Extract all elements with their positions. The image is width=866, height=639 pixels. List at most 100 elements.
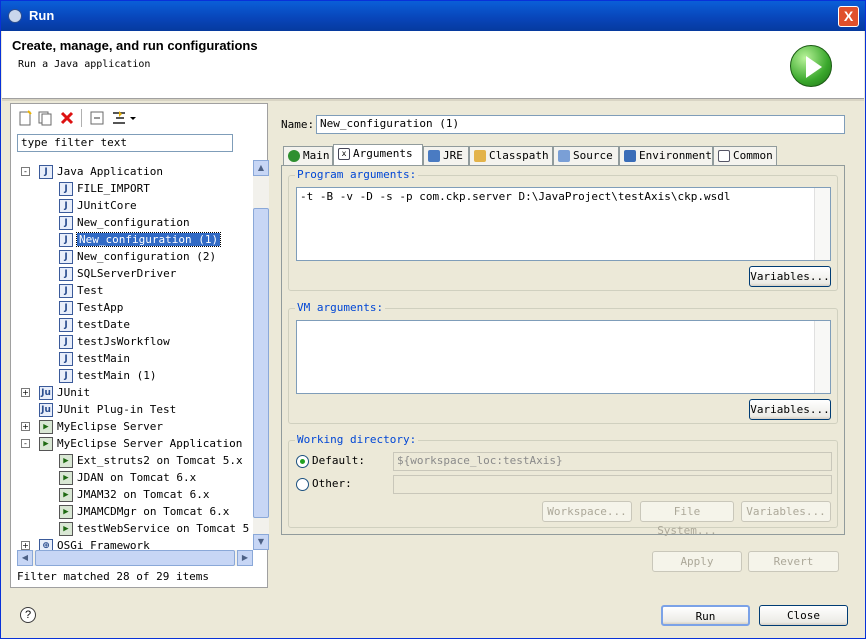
common-tab-icon (718, 150, 730, 162)
workspace-button[interactable]: Workspace... (542, 501, 632, 522)
toolbar-separator (81, 109, 82, 127)
expand-toggle[interactable]: + (21, 388, 30, 397)
help-icon[interactable]: ? (20, 607, 36, 623)
delete-configuration-icon[interactable] (59, 110, 75, 126)
program-arguments-scrollbar[interactable] (814, 188, 830, 260)
tree-item-content: JtestMain (1) (59, 367, 156, 384)
scroll-left-button[interactable]: ◀ (17, 550, 33, 566)
filter-input[interactable]: type filter text (17, 134, 233, 152)
tree-item-label: New_configuration (2) (77, 250, 217, 263)
program-arguments-text: -t -B -v -D -s -p com.ckp.server D:\Java… (300, 190, 731, 203)
run-button[interactable]: Run (661, 605, 750, 626)
tree-item-label: JUnitCore (77, 199, 137, 212)
tree-item-content: ⊕ OSGi Framework (39, 537, 150, 550)
run-banner-icon (790, 45, 832, 87)
default-label: Default: (312, 454, 365, 467)
default-radio[interactable] (296, 455, 309, 468)
tree-item-label: testDate (77, 318, 130, 331)
tree-item-label: testMain (1) (77, 369, 157, 382)
name-field[interactable]: New_configuration (1) (316, 115, 845, 134)
tree-item-content: ▶ Ext_struts2 on Tomcat 5.x (59, 452, 243, 469)
main-tab-icon (288, 150, 300, 162)
server-config-icon: ▶ (59, 522, 73, 536)
tree-item-content: J JUnitCore (59, 197, 137, 214)
tree-item-label: JDAN on Tomcat 6.x (77, 471, 197, 484)
tree-item-content: J TestApp (59, 299, 123, 316)
apply-button[interactable]: Apply (652, 551, 742, 572)
server-icon: ▶ (39, 420, 53, 434)
tree-item-label: Test (77, 284, 104, 297)
java-config-icon: J (59, 284, 73, 298)
tree-item-content: Ju JUnit (39, 384, 90, 401)
tree-item-content: JtestDate (59, 316, 130, 333)
tree-vertical-scrollbar[interactable]: ▲ ▼ (253, 160, 269, 550)
server-app-icon: ▶ (39, 437, 53, 451)
junit-plugin-icon: Ju (39, 403, 53, 417)
chevron-down-icon[interactable] (129, 110, 137, 126)
tab-arguments[interactable]: x Arguments (333, 144, 423, 166)
tree-item-content: J Test (59, 282, 104, 299)
tree-item-label: SQLServerDriver (77, 267, 177, 280)
tab-classpath[interactable]: Classpath (469, 146, 553, 165)
tab-environment[interactable]: Environment (619, 146, 713, 165)
server-config-icon: ▶ (59, 488, 73, 502)
tree-horizontal-scrollbar[interactable]: ◀ ▶ (17, 550, 253, 566)
tree-item-label: MyEclipse Server Application (57, 437, 243, 450)
expand-toggle[interactable]: + (21, 422, 30, 431)
tree-item-content: J New_configuration (1) (59, 231, 222, 248)
java-config-icon: J (59, 335, 73, 349)
configurations-panel: type filter text - J Java Application J FILE… (10, 103, 269, 588)
tree-item-content: J New_configuration (59, 214, 190, 231)
scroll-thumb[interactable] (253, 208, 269, 518)
tab-source[interactable]: Source (553, 146, 619, 165)
other-radio[interactable] (296, 478, 309, 491)
configurations-tree: - J Java Application J FILE_IMPORT J JUnitCore… (17, 160, 251, 550)
tree-item-content: J FILE_IMPORT (59, 180, 150, 197)
config-tabs: Main x Arguments JRE Classpath Source Env… (281, 144, 845, 166)
tree-item-label: JMAM32 on Tomcat 6.x (77, 488, 210, 501)
vm-variables-button[interactable]: Variables... (749, 399, 831, 420)
scroll-down-button[interactable]: ▼ (253, 534, 269, 550)
tab-jre[interactable]: JRE (423, 146, 469, 165)
tree-item-label: OSGi Framework (57, 539, 150, 550)
new-configuration-icon[interactable] (17, 110, 33, 126)
other-directory-field[interactable] (393, 475, 832, 494)
vm-arguments-textarea[interactable] (296, 320, 831, 394)
tree-item-label: testJsWorkflow (77, 335, 170, 348)
arguments-tab-icon: x (338, 148, 350, 160)
java-config-icon: J (59, 369, 73, 383)
collapse-toggle[interactable]: - (21, 439, 30, 448)
scroll-thumb-horizontal[interactable] (35, 550, 235, 566)
revert-button[interactable]: Revert (748, 551, 839, 572)
tree-item-content: J New_configuration (2) (59, 248, 216, 265)
arguments-tab-content: Program arguments: -t -B -v -D -s -p com… (281, 165, 845, 537)
expand-toggle[interactable]: + (21, 541, 30, 550)
program-arguments-textarea[interactable]: -t -B -v -D -s -p com.ckp.server D:\Java… (296, 187, 831, 261)
tree-item-content: ▶ JMAM32 on Tomcat 6.x (59, 486, 209, 503)
collapse-toggle[interactable]: - (21, 167, 30, 176)
tree-item-content: ▶ MyEclipse Server Application (39, 435, 242, 452)
working-variables-button[interactable]: Variables... (741, 501, 831, 522)
tree-item-label: JUnit Plug-in Test (57, 403, 177, 416)
close-window-button[interactable]: X (838, 6, 859, 27)
collapse-all-icon[interactable] (89, 110, 105, 126)
scroll-right-button[interactable]: ▶ (237, 550, 253, 566)
separator (2, 99, 864, 101)
file-system-button[interactable]: File System... (640, 501, 734, 537)
tree-item-content: J SQLServerDriver (59, 265, 176, 282)
scroll-up-button[interactable]: ▲ (253, 160, 269, 176)
tree-item-label: MyEclipse Server (57, 420, 163, 433)
close-button[interactable]: Close (759, 605, 848, 626)
java-app-icon: J (39, 165, 53, 179)
vm-arguments-scrollbar[interactable] (814, 321, 830, 393)
osgi-icon: ⊕ (39, 539, 53, 550)
tree-item-content: ▶ testWebService on Tomcat 5. (59, 520, 251, 537)
tab-main[interactable]: Main (283, 146, 333, 165)
tab-common[interactable]: Common (713, 146, 777, 165)
environment-tab-icon (624, 150, 636, 162)
tree-item-label: New_configuration (77, 216, 190, 229)
tree-item-content: ▶ JDAN on Tomcat 6.x (59, 469, 196, 486)
program-variables-button[interactable]: Variables... (749, 266, 831, 287)
filter-configurations-icon[interactable] (111, 110, 127, 126)
duplicate-configuration-icon[interactable] (37, 110, 53, 126)
